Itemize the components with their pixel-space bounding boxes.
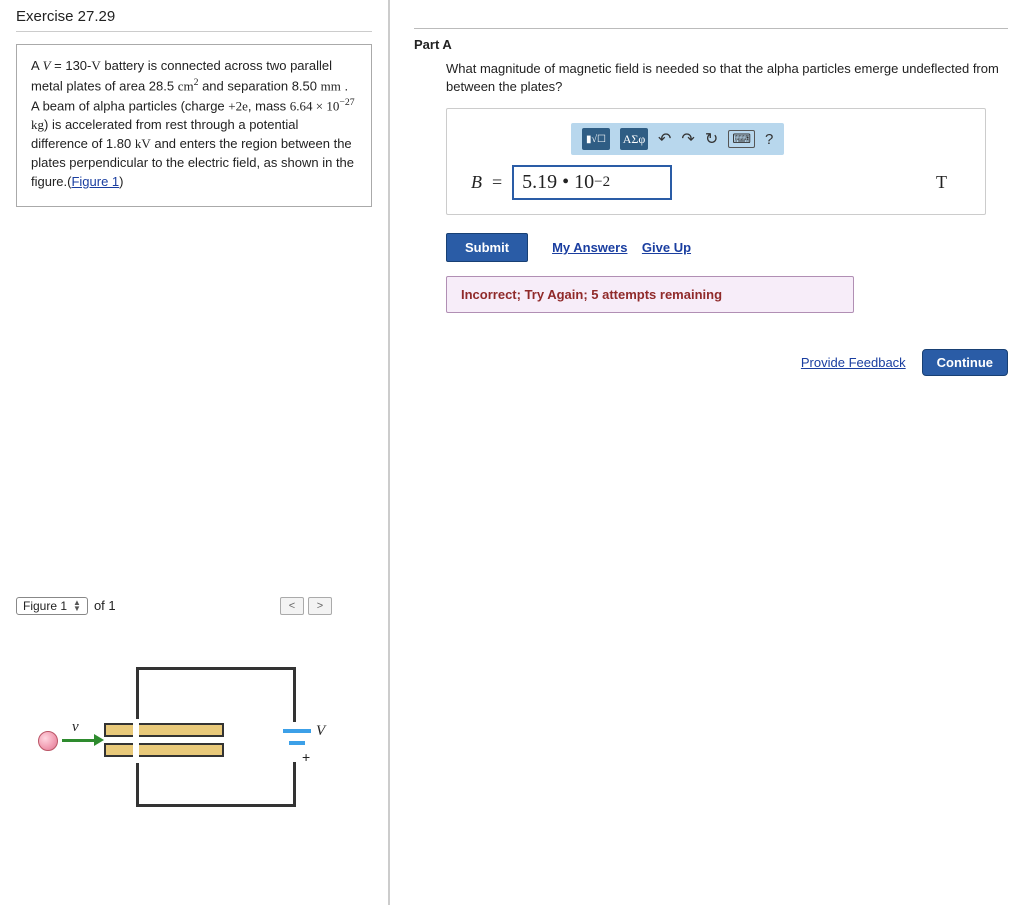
provide-feedback-link[interactable]: Provide Feedback — [801, 355, 906, 370]
variable-label: B — [471, 172, 482, 193]
part-question: What magnitude of magnetic field is need… — [446, 60, 1006, 96]
battery-plus: + — [302, 749, 310, 765]
feedback-message: Incorrect; Try Again; 5 attempts remaini… — [446, 276, 854, 313]
my-answers-link[interactable]: My Answers — [552, 240, 627, 255]
answer-input[interactable]: 5.19 • 10−2 — [512, 165, 672, 200]
right-column: Part A What magnitude of magnetic field … — [390, 0, 1024, 905]
answer-area: ▮√☐ ΑΣφ ↶ ↷ ↻ ⌨ ? B = 5.19 • 10−2 T — [446, 108, 986, 215]
help-icon[interactable]: ? — [765, 131, 773, 148]
figure-selector[interactable]: Figure 1 ▲▼ — [16, 597, 88, 615]
stepper-icon: ▲▼ — [73, 600, 81, 612]
redo-icon[interactable]: ↷ — [681, 129, 694, 149]
figure-link[interactable]: Figure 1 — [71, 174, 119, 189]
continue-button[interactable]: Continue — [922, 349, 1008, 376]
undo-icon[interactable]: ↶ — [658, 129, 671, 149]
unit-label: T — [936, 172, 947, 193]
part-label: Part A — [414, 37, 1008, 52]
figure-prev-button[interactable]: < — [280, 597, 304, 615]
figure-count: of 1 — [94, 598, 116, 613]
left-column: Exercise 27.29 A V = 130-V battery is co… — [0, 0, 390, 905]
velocity-label: v — [72, 719, 79, 736]
exercise-title: Exercise 27.29 — [16, 8, 372, 32]
reset-icon[interactable]: ↻ — [705, 129, 718, 149]
figure-next-button[interactable]: > — [308, 597, 332, 615]
figure-panel: Figure 1 ▲▼ of 1 < > — [16, 597, 372, 847]
equation-toolbar: ▮√☐ ΑΣφ ↶ ↷ ↻ ⌨ ? — [571, 123, 784, 155]
part-header: Part A What magnitude of magnetic field … — [414, 28, 1008, 376]
figure-canvas: V + v — [16, 627, 326, 847]
give-up-link[interactable]: Give Up — [642, 240, 691, 255]
alpha-particle-icon — [38, 731, 58, 751]
keyboard-icon[interactable]: ⌨ — [728, 130, 755, 148]
submit-button[interactable]: Submit — [446, 233, 528, 262]
template-button[interactable]: ▮√☐ — [582, 128, 610, 150]
battery-label: V — [316, 723, 325, 740]
greek-button[interactable]: ΑΣφ — [620, 128, 648, 150]
problem-statement: A V = 130-V battery is connected across … — [16, 44, 372, 207]
